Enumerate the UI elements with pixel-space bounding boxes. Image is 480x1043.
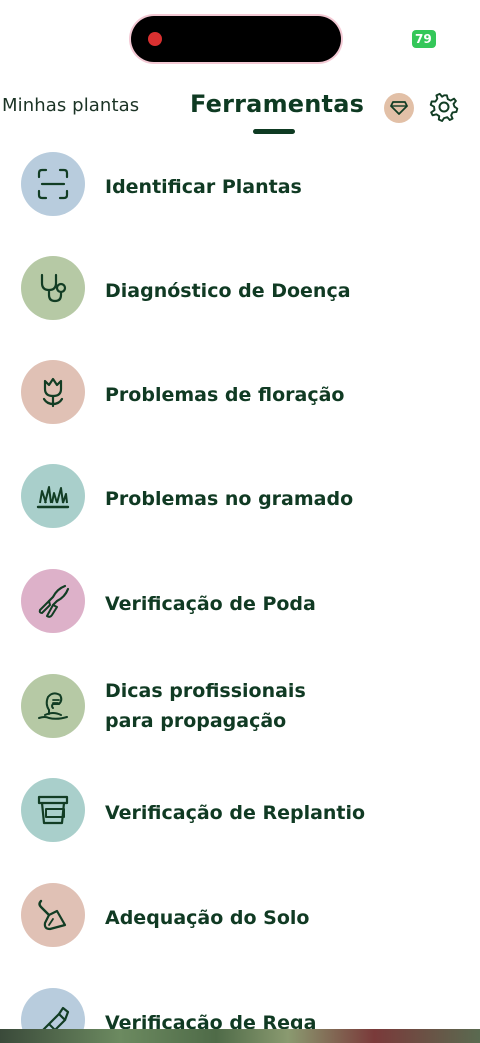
tool-label: Identificar Plantas xyxy=(105,176,302,198)
tab-ferramentas[interactable]: Ferramentas xyxy=(190,90,364,118)
bottom-image-strip xyxy=(0,1029,480,1043)
tool-icon-circle xyxy=(21,569,85,633)
tool-icon-circle xyxy=(21,674,85,738)
tool-label: Verificação de Replantio xyxy=(105,802,366,824)
diamond-icon xyxy=(390,101,408,115)
recording-indicator xyxy=(148,32,162,46)
tool-item-diagnostico-doenca[interactable]: Diagnóstico de Doença xyxy=(0,256,480,336)
trowel-icon xyxy=(38,899,67,931)
tool-item-problemas-floracao[interactable]: Problemas de floração xyxy=(0,360,480,440)
scan-icon xyxy=(37,168,69,200)
tool-icon-circle xyxy=(21,360,85,424)
tool-icon-circle xyxy=(21,464,85,528)
stethoscope-icon xyxy=(40,273,67,303)
premium-button[interactable] xyxy=(384,93,414,123)
pot-icon xyxy=(37,795,69,825)
tool-icon-circle xyxy=(21,152,85,216)
tool-item-dicas-propagacao[interactable]: Dicas profissionais para propagação xyxy=(0,674,480,754)
status-bar: 79 xyxy=(0,0,480,70)
tool-item-problemas-gramado[interactable]: Problemas no gramado xyxy=(0,464,480,544)
dynamic-island xyxy=(131,16,341,62)
pruning-shears-icon xyxy=(38,584,70,618)
tool-label: Dicas profissionais para propagação xyxy=(105,680,306,732)
settings-button[interactable] xyxy=(428,91,460,123)
tool-icon-circle xyxy=(21,883,85,947)
battery-indicator: 79 xyxy=(412,30,436,48)
tool-label: Verificação de Poda xyxy=(105,593,316,615)
tool-label: Diagnóstico de Doença xyxy=(105,280,351,302)
tulip-icon xyxy=(42,377,64,408)
tool-label: Adequação do Solo xyxy=(105,907,310,929)
seedling-hand-icon xyxy=(38,692,68,720)
tool-label: Problemas de floração xyxy=(105,384,345,406)
grass-icon xyxy=(36,486,70,509)
header: Minhas plantas Ferramentas xyxy=(0,80,480,140)
tool-item-verificacao-poda[interactable]: Verificação de Poda xyxy=(0,569,480,649)
tool-item-verificacao-replantio[interactable]: Verificação de Replantio xyxy=(0,778,480,858)
tool-item-identificar-plantas[interactable]: Identificar Plantas xyxy=(0,152,480,232)
gear-icon xyxy=(429,92,459,122)
tool-icon-circle xyxy=(21,256,85,320)
tool-icon-circle xyxy=(21,778,85,842)
tab-minhas-plantas[interactable]: Minhas plantas xyxy=(2,95,139,116)
tool-label: Problemas no gramado xyxy=(105,488,354,510)
active-tab-indicator xyxy=(253,129,295,134)
tool-item-adequacao-solo[interactable]: Adequação do Solo xyxy=(0,883,480,963)
